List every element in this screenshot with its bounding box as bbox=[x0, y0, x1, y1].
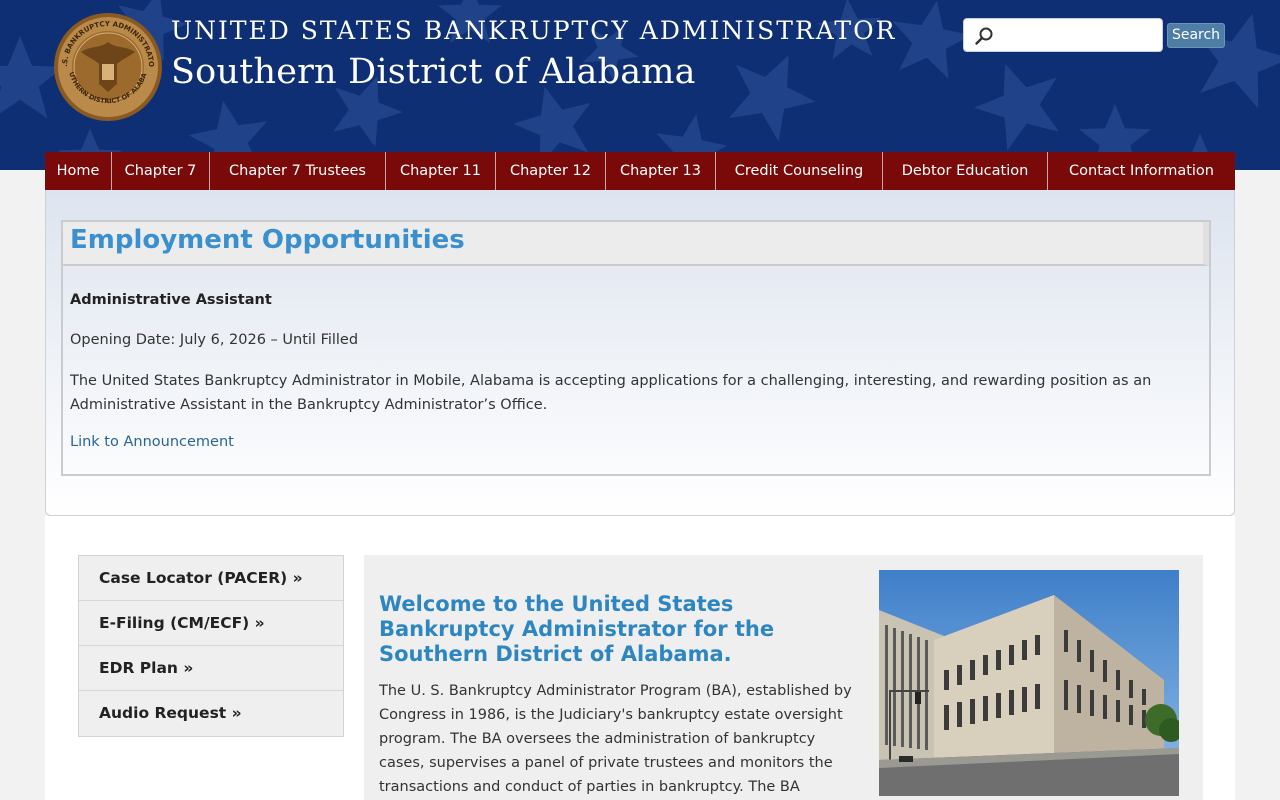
job-description: The United States Bankruptcy Administrat… bbox=[70, 373, 1152, 413]
eagle-seal-icon: U.S. BANKRUPTCY ADMINISTRATOR SOUTHERN D… bbox=[53, 12, 162, 121]
welcome-section: Welcome to the United States Bankruptcy … bbox=[364, 555, 1203, 800]
notice-title: Employment Opportunities bbox=[70, 225, 465, 255]
welcome-text: The U. S. Bankruptcy Administrator Progr… bbox=[379, 683, 852, 795]
sidebar-item-e-filing[interactable]: E-Filing (CM/ECF) » bbox=[79, 601, 343, 646]
nav-item-debtor-education[interactable]: Debtor Education bbox=[883, 152, 1048, 190]
sidebar-item-edr-plan[interactable]: EDR Plan » bbox=[79, 646, 343, 691]
sidebar-item-audio-request[interactable]: Audio Request » bbox=[79, 691, 343, 736]
opening-date: Opening Date: July 6, 2026 – Until Fille… bbox=[70, 332, 359, 348]
search-input[interactable] bbox=[996, 25, 1156, 45]
site-title-top: UNITED STATES BANKRUPTCY ADMINISTRATOR bbox=[171, 16, 897, 45]
nav-item-chapter-13[interactable]: Chapter 13 bbox=[606, 152, 716, 190]
notice-header: Employment Opportunities bbox=[63, 222, 1209, 266]
announcement-link[interactable]: Link to Announcement bbox=[70, 434, 234, 450]
welcome-title: Welcome to the United States Bankruptcy … bbox=[379, 592, 775, 666]
nav-item-chapter-7-trustees[interactable]: Chapter 7 Trustees bbox=[210, 152, 386, 190]
search-box bbox=[963, 18, 1163, 52]
magnifier-icon bbox=[975, 27, 993, 45]
job-title: Administrative Assistant bbox=[70, 292, 272, 308]
site-title-main: Southern District of Alabama bbox=[171, 52, 696, 92]
site-header: U.S. BANKRUPTCY ADMINISTRATOR SOUTHERN D… bbox=[0, 0, 1280, 170]
nav-item-credit-counseling[interactable]: Credit Counseling bbox=[716, 152, 883, 190]
announcement-panel: Employment Opportunities Administrative … bbox=[45, 190, 1235, 516]
nav-item-home[interactable]: Home bbox=[45, 152, 112, 190]
search-button[interactable]: Search bbox=[1167, 23, 1225, 48]
nav-item-chapter-11[interactable]: Chapter 11 bbox=[386, 152, 496, 190]
main-nav: Home Chapter 7 Chapter 7 Trustees Chapte… bbox=[45, 152, 1235, 190]
nav-item-chapter-7[interactable]: Chapter 7 bbox=[112, 152, 210, 190]
sidebar-item-case-locator[interactable]: Case Locator (PACER) » bbox=[79, 556, 343, 601]
courthouse-photo bbox=[879, 570, 1179, 796]
quick-links-sidebar: Case Locator (PACER) » E-Filing (CM/ECF)… bbox=[78, 555, 344, 737]
nav-item-contact-information[interactable]: Contact Information bbox=[1048, 152, 1235, 190]
employment-notice: Employment Opportunities Administrative … bbox=[61, 220, 1211, 476]
nav-item-chapter-12[interactable]: Chapter 12 bbox=[496, 152, 606, 190]
